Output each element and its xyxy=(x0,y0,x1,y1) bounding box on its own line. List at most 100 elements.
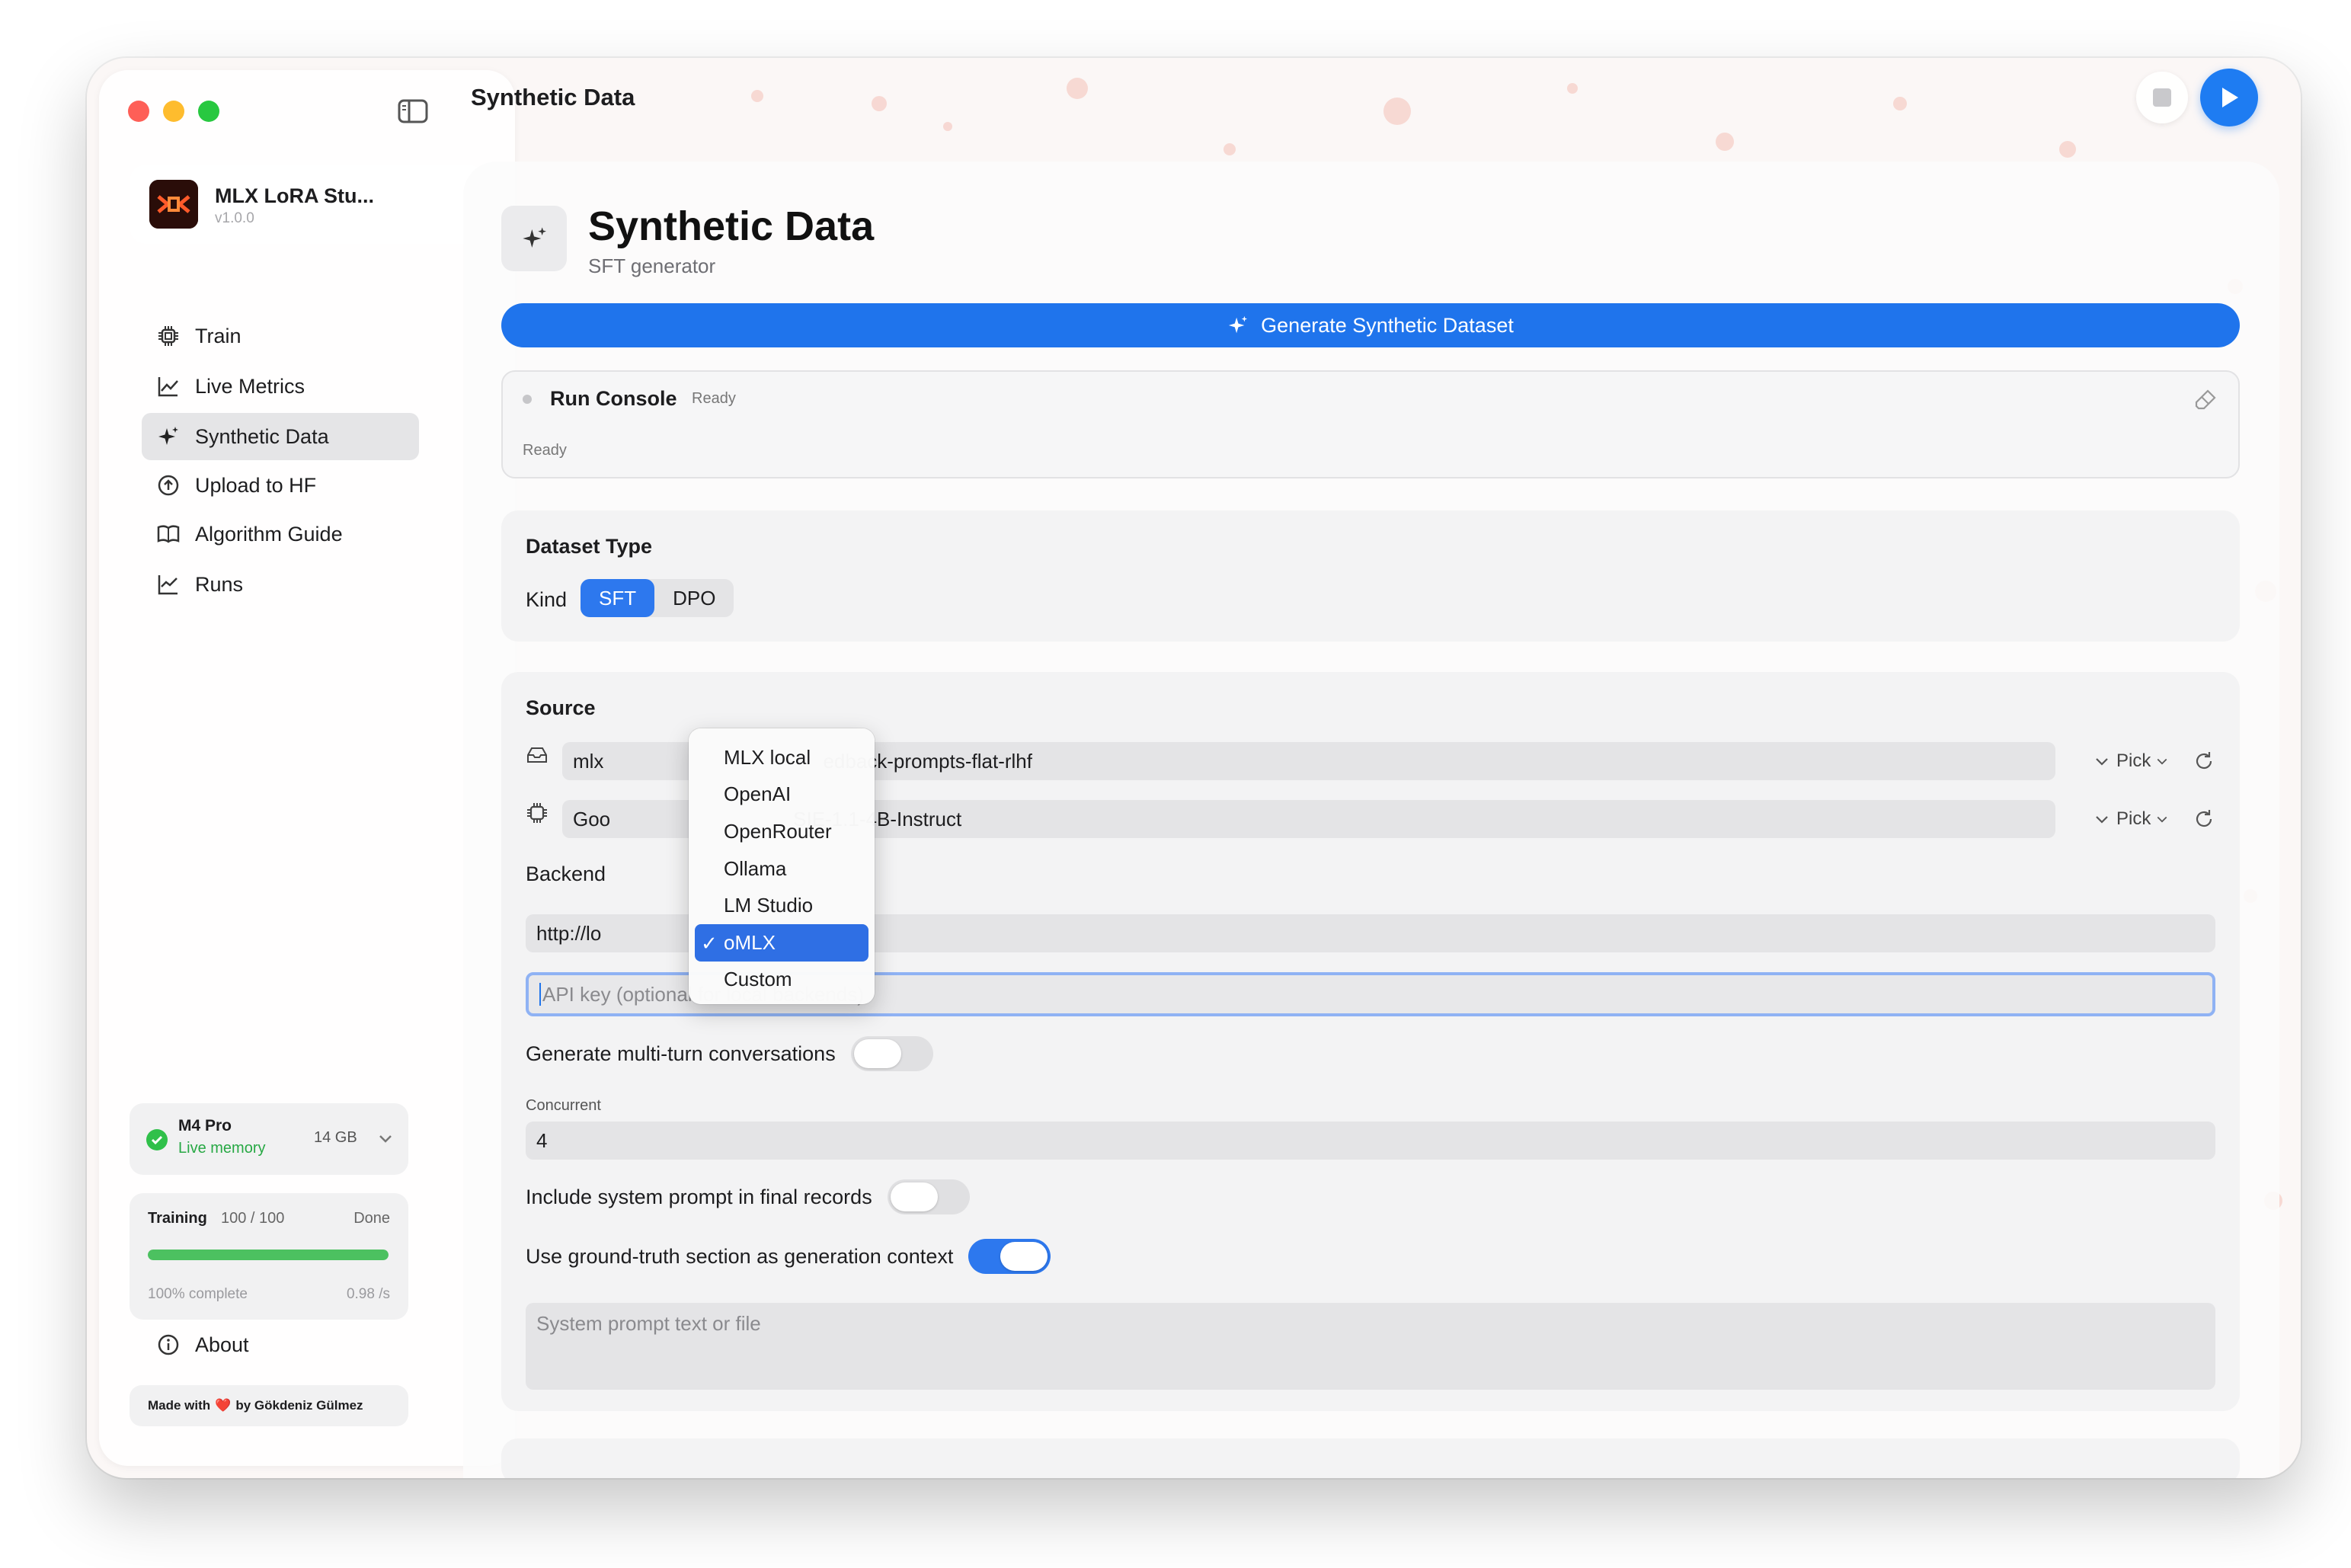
memory-size: 14 GB xyxy=(314,1129,357,1146)
made-with-badge: Made with ❤️ by Gökdeniz Gülmez xyxy=(130,1385,408,1426)
backend-dropdown-menu: MLX local OpenAI OpenRouter Ollama LM St… xyxy=(689,728,875,1004)
ground-truth-label: Use ground-truth section as generation c… xyxy=(526,1244,954,1268)
chevron-down-icon xyxy=(376,1129,395,1147)
chevron-down-icon xyxy=(2096,758,2108,766)
section-title: Dataset Type xyxy=(526,535,653,558)
heart-icon: ❤️ xyxy=(215,1398,232,1413)
sidebar-item-label: Train xyxy=(195,324,241,347)
training-title: Training xyxy=(148,1210,207,1227)
cpu-icon xyxy=(155,323,181,349)
include-system-row: Include system prompt in final records xyxy=(526,1179,970,1214)
kind-option-sft[interactable]: SFT xyxy=(581,579,655,617)
sidebar-item-algorithm-guide[interactable]: Algorithm Guide xyxy=(142,510,419,558)
training-percent: 100% complete xyxy=(148,1286,248,1302)
sidebar-item-label: Algorithm Guide xyxy=(195,522,343,546)
backend-option-lm-studio[interactable]: LM Studio xyxy=(689,887,875,924)
training-progress-fill xyxy=(148,1250,389,1260)
backend-option-mlx-local[interactable]: MLX local xyxy=(689,739,875,776)
generate-dataset-label: Generate Synthetic Dataset xyxy=(1261,313,1514,337)
dataset-pick-button[interactable]: Pick xyxy=(2094,742,2169,780)
sidebar-item-label: Live Metrics xyxy=(195,374,305,398)
sidebar: MLX LoRA Stu... v1.0.0 Train Live Metric… xyxy=(99,70,515,1466)
training-progress-bar xyxy=(148,1250,389,1260)
made-with-prefix: Made with xyxy=(148,1398,211,1413)
training-status: Done xyxy=(353,1210,390,1227)
backend-option-openrouter[interactable]: OpenRouter xyxy=(689,813,875,850)
chevron-down-icon xyxy=(2157,816,2167,823)
sidebar-item-runs[interactable]: Runs xyxy=(142,561,419,608)
backend-label: Backend xyxy=(526,862,606,885)
minimize-window-button[interactable] xyxy=(163,101,184,122)
console-status: Ready xyxy=(692,390,736,407)
sidebar-item-upload-to-hf[interactable]: Upload to HF xyxy=(142,462,419,509)
model-field-prefix: Goo xyxy=(573,807,611,830)
system-prompt-field[interactable]: System prompt text or file xyxy=(526,1303,2215,1390)
refresh-icon[interactable] xyxy=(2191,806,2217,832)
backend-option-custom[interactable]: Custom xyxy=(689,962,875,999)
app-window: MLX LoRA Stu... v1.0.0 Train Live Metric… xyxy=(87,58,2301,1478)
sparkles-icon xyxy=(155,424,181,450)
run-console: Run Console Ready Ready xyxy=(501,370,2240,478)
app-card: MLX LoRA Stu... v1.0.0 xyxy=(130,165,485,244)
refresh-icon[interactable] xyxy=(2191,748,2217,774)
training-rate: 0.98 /s xyxy=(346,1286,390,1302)
chevron-down-icon xyxy=(2096,816,2108,824)
checkmark-icon xyxy=(146,1129,168,1150)
window-title: Synthetic Data xyxy=(471,84,635,110)
sparkles-icon xyxy=(1229,315,1248,334)
eraser-icon[interactable] xyxy=(2193,387,2218,413)
memory-subtitle: Live memory xyxy=(178,1140,266,1157)
concurrent-value: 4 xyxy=(536,1128,548,1152)
dataset-field-prefix: mlx xyxy=(573,749,604,773)
next-section xyxy=(501,1438,2240,1478)
training-card: Training 100 / 100 Done 100% complete 0.… xyxy=(130,1193,408,1320)
run-button[interactable] xyxy=(2200,69,2258,126)
console-log: Ready xyxy=(523,442,567,459)
sidebar-toggle-icon[interactable] xyxy=(398,99,428,123)
base-url-value: http://lo xyxy=(536,921,602,945)
memory-title: M4 Pro xyxy=(178,1117,232,1134)
generate-dataset-button[interactable]: Generate Synthetic Dataset xyxy=(501,303,2240,347)
text-caret xyxy=(539,983,541,1006)
concurrent-field[interactable]: 4 xyxy=(526,1122,2215,1160)
checkmark-icon: ✓ xyxy=(701,931,718,955)
backend-option-openai[interactable]: OpenAI xyxy=(689,776,875,814)
app-logo xyxy=(149,180,198,229)
about-label: About xyxy=(195,1333,249,1356)
chart-icon xyxy=(155,571,181,597)
kind-label: Kind xyxy=(526,588,568,611)
book-icon xyxy=(155,521,181,547)
app-version: v1.0.0 xyxy=(215,210,254,226)
stop-button[interactable] xyxy=(2136,72,2188,123)
sidebar-item-label: Synthetic Data xyxy=(195,424,329,448)
multi-turn-row: Generate multi-turn conversations xyxy=(526,1036,933,1071)
concurrent-label: Concurrent xyxy=(526,1097,601,1114)
backend-option-ollama[interactable]: Ollama xyxy=(689,850,875,888)
play-icon xyxy=(2222,88,2238,107)
model-pick-button[interactable]: Pick xyxy=(2094,800,2169,838)
system-prompt-placeholder: System prompt text or file xyxy=(536,1312,761,1335)
close-window-button[interactable] xyxy=(128,101,149,122)
stop-icon xyxy=(2153,88,2171,107)
dataset-type-section: Dataset Type Kind SFT DPO xyxy=(501,510,2240,642)
sidebar-item-about[interactable]: About xyxy=(142,1324,249,1365)
sidebar-item-train[interactable]: Train xyxy=(142,312,419,360)
chart-line-icon xyxy=(155,373,181,399)
upload-circle-icon xyxy=(155,472,181,498)
backend-option-omlx[interactable]: ✓ oMLX xyxy=(695,923,868,962)
multi-turn-toggle[interactable] xyxy=(850,1036,933,1071)
memory-card[interactable]: M4 Pro Live memory 14 GB xyxy=(130,1103,408,1175)
training-count: 100 / 100 xyxy=(221,1210,285,1227)
include-system-toggle[interactable] xyxy=(887,1179,970,1214)
made-with-author: by Gökdeniz Gülmez xyxy=(235,1398,363,1413)
section-title: Source xyxy=(526,696,596,719)
sidebar-item-synthetic-data[interactable]: Synthetic Data xyxy=(142,413,419,460)
app-name: MLX LoRA Stu... xyxy=(215,184,374,207)
sidebar-item-label: Upload to HF xyxy=(195,473,317,497)
sidebar-item-live-metrics[interactable]: Live Metrics xyxy=(142,363,419,410)
ground-truth-toggle[interactable] xyxy=(968,1239,1051,1274)
sparkles-icon xyxy=(501,206,567,271)
maximize-window-button[interactable] xyxy=(198,101,219,122)
page-title: Synthetic Data xyxy=(588,203,875,249)
kind-option-dpo[interactable]: DPO xyxy=(654,579,734,617)
